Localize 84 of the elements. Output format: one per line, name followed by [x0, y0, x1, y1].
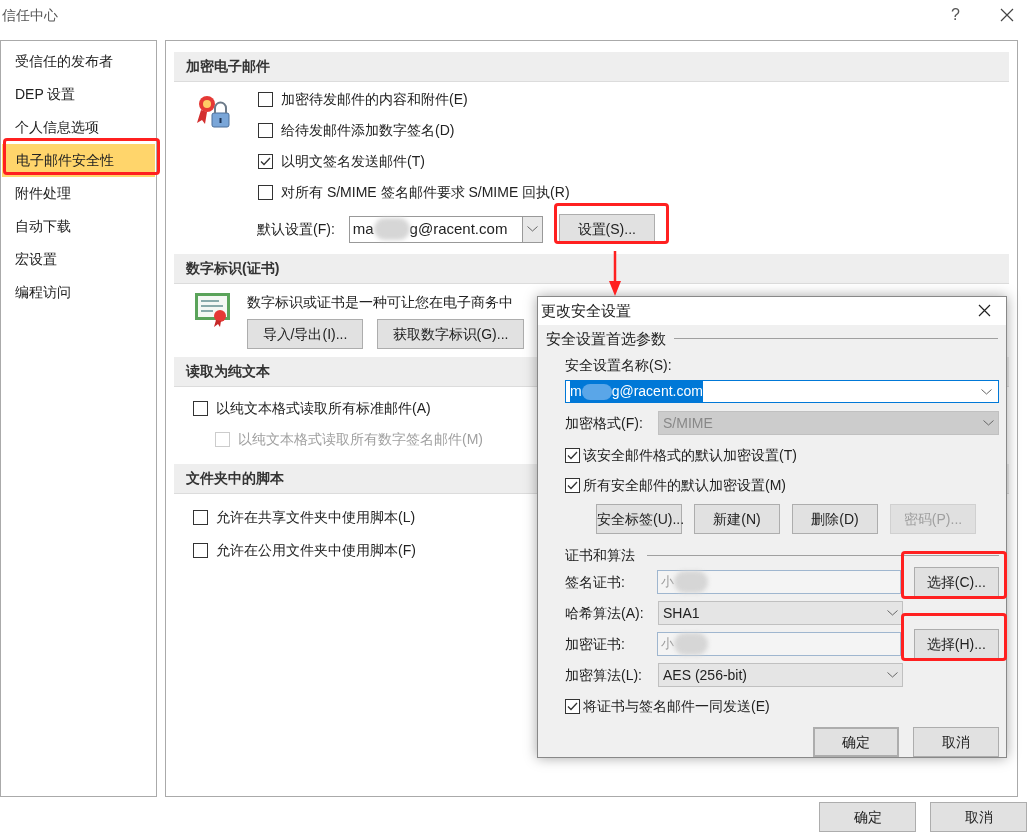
option-label: 加密待发邮件的内容和附件(E)	[281, 90, 468, 109]
sidebar-item[interactable]: DEP 设置	[1, 78, 156, 111]
chevron-down-icon	[526, 226, 538, 232]
checkbox[interactable]	[258, 154, 273, 169]
option-label: 以明文签名发送邮件(T)	[281, 152, 425, 171]
checkmark-icon	[260, 157, 271, 166]
redaction-blur	[674, 633, 709, 655]
sidebar-item[interactable]: 编程访问	[1, 276, 156, 309]
default-setting-dropdown[interactable]: ma g@racent.com	[348, 215, 543, 243]
sidebar-item[interactable]: 宏设置	[1, 243, 156, 276]
checkmark-icon	[567, 451, 578, 460]
checkbox[interactable]	[565, 699, 580, 714]
option-label: 以纯文本格式读取所有标准邮件(A)	[216, 399, 431, 418]
checkbox[interactable]	[258, 92, 273, 107]
button[interactable]: 获取数字标识(G)...	[377, 319, 524, 349]
button[interactable]: 确定	[813, 727, 899, 757]
field-value: AES (256-bit)	[663, 665, 748, 685]
annotation-arrow	[608, 251, 622, 296]
field-value: SHA1	[663, 603, 700, 623]
button[interactable]: 导入/导出(I)...	[247, 319, 363, 349]
chevron-down-icon	[887, 672, 898, 678]
checkbox[interactable]	[193, 543, 208, 558]
algorithm-dropdown[interactable]: AES (256-bit)	[658, 663, 903, 687]
checkmark-icon	[567, 702, 578, 711]
checkbox[interactable]	[193, 510, 208, 525]
field-label: 加密格式(F):	[565, 413, 644, 433]
group-title: 证书和算法	[565, 546, 635, 565]
option-label: 对所有 S/MIME 签名邮件要求 S/MIME 回执(R)	[281, 183, 570, 202]
checkbox[interactable]	[193, 401, 208, 416]
button[interactable]: 取消	[913, 727, 999, 757]
sidebar-item[interactable]: 附件处理	[1, 177, 156, 210]
button[interactable]: 设置(S)...	[558, 214, 655, 244]
close-icon[interactable]	[1000, 8, 1014, 22]
checkbox[interactable]	[565, 478, 580, 493]
window-title: 信任中心	[2, 5, 58, 25]
algorithm-dropdown[interactable]: SHA1	[658, 601, 903, 625]
certificate-icon	[194, 292, 232, 328]
option-label: 该安全邮件格式的默认加密设置(T)	[583, 446, 797, 465]
field-value: 小	[661, 573, 675, 592]
option-label: 允许在公用文件夹中使用脚本(F)	[216, 541, 416, 560]
checkmark-icon	[567, 481, 578, 490]
redaction-blur	[581, 383, 612, 400]
button[interactable]: 安全标签(U)...	[596, 504, 682, 534]
button[interactable]: 新建(N)	[694, 504, 780, 534]
option-label: 允许在共享文件夹中使用脚本(L)	[216, 508, 416, 527]
button[interactable]: 选择(C)...	[913, 567, 999, 597]
sidebar-item[interactable]: 受信任的发布者	[1, 45, 156, 78]
checkbox[interactable]	[258, 123, 273, 138]
sidebar-item[interactable]: 个人信息选项	[1, 111, 156, 144]
option-label: 所有安全邮件的默认加密设置(M)	[583, 476, 786, 495]
field-label: 安全设置名称(S):	[565, 356, 673, 375]
security-setting-name-dropdown[interactable]: m g@racent.com	[565, 380, 999, 403]
ribbon-lock-icon	[194, 93, 232, 129]
sidebar-item[interactable]: 自动下载	[1, 210, 156, 243]
description-text: 数字标识或证书是一种可让您在电子商务中	[247, 293, 514, 312]
option-label: 给待发邮件添加数字签名(D)	[281, 121, 455, 140]
field-label: 加密算法(L):	[565, 665, 643, 685]
chevron-down-icon	[887, 610, 898, 616]
help-button[interactable]: ?	[951, 3, 960, 27]
option-label: 以纯文本格式读取所有数字签名邮件(M)	[238, 430, 483, 449]
field-value: S/MIME	[663, 413, 713, 433]
field-value: ma	[352, 218, 374, 239]
chevron-down-icon	[981, 388, 992, 395]
button[interactable]: 确定	[819, 802, 916, 832]
redaction-blur	[674, 571, 709, 593]
group-title: 安全设置首选参数	[546, 328, 666, 349]
section-header: 加密电子邮件	[174, 52, 1009, 82]
field-label: 签名证书:	[565, 572, 626, 592]
close-icon[interactable]	[978, 304, 991, 318]
field-value: 小	[661, 635, 675, 654]
button[interactable]: 取消	[930, 802, 1027, 832]
redaction-blur	[373, 218, 410, 240]
field-label: 默认设置(F):	[257, 219, 335, 239]
chevron-down-icon	[983, 420, 994, 426]
option-label: 将证书与签名邮件一同发送(E)	[583, 697, 770, 716]
field-value: g@racent.com	[409, 218, 508, 239]
checkbox[interactable]	[258, 185, 273, 200]
field-label: 加密证书:	[565, 634, 626, 654]
dialog-title: 更改安全设置	[541, 300, 631, 321]
section-header: 数字标识(证书)	[174, 254, 1009, 284]
button[interactable]: 选择(H)...	[913, 629, 999, 659]
field-label: 哈希算法(A):	[565, 603, 645, 623]
checkbox[interactable]	[565, 448, 580, 463]
button[interactable]: 删除(D)	[792, 504, 878, 534]
